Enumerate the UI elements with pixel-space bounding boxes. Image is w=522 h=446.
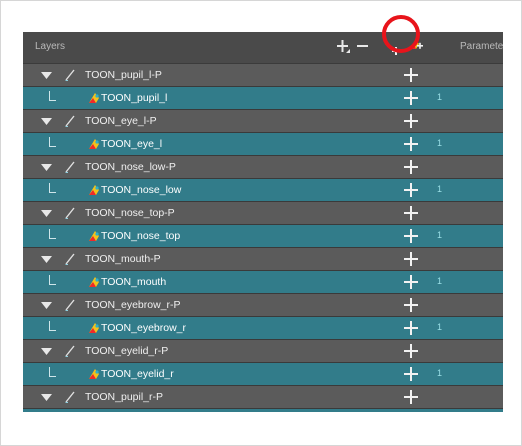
peg-layer-row[interactable]: TOON_nose_low-P (23, 156, 503, 179)
hierarchy-bracket-icon (49, 137, 56, 147)
add-keyframe-plus-icon[interactable] (404, 229, 418, 246)
drawing-layer-icon (88, 368, 101, 383)
expand-triangle-icon[interactable] (41, 209, 52, 221)
drawing-layer-row[interactable]: TOON_eyebrow_r 1 (23, 317, 503, 340)
drawing-layer-icon (88, 230, 101, 245)
add-keyframe-plus-icon[interactable] (404, 183, 418, 200)
peg-icon (65, 161, 75, 176)
expand-triangle-icon[interactable] (41, 301, 52, 313)
drawing-layer-row[interactable]: TOON_mouth 1 (23, 271, 503, 294)
add-keyframe-plus-icon[interactable] (404, 137, 418, 154)
layer-name: TOON_nose_top-P (85, 207, 175, 219)
layers-title: Layers (35, 41, 66, 52)
layer-name: TOON_mouth-P (85, 253, 161, 265)
expand-triangle-icon[interactable] (41, 393, 52, 405)
drawing-layer-row[interactable]: TOON_nose_low 1 (23, 179, 503, 202)
add-keyframe-plus-icon[interactable] (404, 367, 418, 384)
screenshot-frame: Layers Paramete TOON_pupil_l-P TOON_pupi… (0, 0, 522, 446)
layer-name: TOON_eye_l-P (85, 115, 157, 127)
peg-icon (65, 115, 75, 130)
add-keyframe-plus-icon[interactable] (404, 252, 418, 269)
layer-name: TOON_eyebrow_r-P (85, 299, 181, 311)
parameter-value: 1 (437, 276, 443, 286)
peg-layer-row[interactable]: TOON_eye_l-P (23, 110, 503, 133)
peg-layer-row[interactable]: TOON_nose_top-P (23, 202, 503, 225)
parameter-value: 1 (437, 230, 443, 240)
drawing-layer-icon (88, 184, 101, 199)
hierarchy-bracket-icon (49, 367, 56, 377)
add-keyframe-plus-icon[interactable] (404, 91, 418, 108)
layer-name: TOON_eyelid_r-P (85, 345, 169, 357)
drawing-layer-icon (88, 276, 101, 291)
layer-name: TOON_pupil_l-P (85, 69, 162, 81)
expand-triangle-icon[interactable] (41, 163, 52, 175)
layer-name: TOON_nose_low-P (85, 161, 176, 173)
peg-layer-row[interactable]: TOON_eyebrow_r-P (23, 294, 503, 317)
layer-name: TOON_nose_top (101, 230, 181, 242)
parameter-value: 1 (437, 322, 443, 332)
parameter-value: 1 (437, 92, 443, 102)
expand-triangle-icon[interactable] (41, 117, 52, 129)
hierarchy-bracket-icon (49, 183, 56, 193)
peg-icon (65, 253, 75, 268)
parameter-value: 1 (437, 138, 443, 148)
peg-layer-row[interactable]: TOON_mouth-P (23, 248, 503, 271)
drawing-layer-row[interactable]: TOON_eyelid_r 1 (23, 363, 503, 386)
drawing-layer-icon (88, 92, 101, 107)
drawing-layer-row[interactable]: TOON_nose_top 1 (23, 225, 503, 248)
highlight-circle (382, 15, 420, 53)
add-keyframe-plus-icon[interactable] (404, 275, 418, 292)
layer-name: TOON_eyelid_r (101, 368, 174, 380)
add-layer-icon[interactable] (337, 39, 351, 60)
drawing-layer-row[interactable]: TOON_eye_l 1 (23, 133, 503, 156)
parameter-value: 1 (437, 368, 443, 378)
add-keyframe-plus-icon[interactable] (404, 114, 418, 131)
peg-icon (65, 391, 75, 406)
expand-triangle-icon[interactable] (41, 71, 52, 83)
peg-icon (65, 299, 75, 314)
layers-panel: Layers Paramete TOON_pupil_l-P TOON_pupi… (23, 32, 503, 412)
drawing-layer-icon (88, 138, 101, 153)
layer-name: TOON_mouth (101, 276, 167, 288)
add-keyframe-plus-icon[interactable] (404, 206, 418, 223)
hierarchy-bracket-icon (49, 275, 56, 285)
add-keyframe-plus-icon[interactable] (404, 68, 418, 85)
drawing-layer-icon (88, 322, 101, 337)
peg-layer-row[interactable]: TOON_pupil_r-P (23, 386, 503, 409)
add-keyframe-plus-icon[interactable] (404, 344, 418, 361)
peg-icon (65, 69, 75, 84)
drawing-layer-row[interactable]: TOON_pupil_r1 (23, 409, 503, 412)
layer-name: TOON_nose_low (101, 184, 182, 196)
add-keyframe-plus-icon[interactable] (404, 390, 418, 407)
parameters-column-header: Parameters (460, 41, 503, 52)
layer-name: TOON_pupil_l (101, 92, 168, 104)
parameter-value: 1 (437, 184, 443, 194)
layers-header: Layers Paramete (23, 32, 503, 64)
add-keyframe-plus-icon[interactable] (404, 160, 418, 177)
expand-triangle-icon[interactable] (41, 347, 52, 359)
peg-layer-row[interactable]: TOON_pupil_l-P (23, 64, 503, 87)
remove-layer-icon[interactable] (357, 39, 369, 60)
layer-list: TOON_pupil_l-P TOON_pupil_l 1 TOON_eye_l-P T… (23, 64, 503, 412)
expand-triangle-icon[interactable] (41, 255, 52, 267)
layer-name: TOON_eye_l (101, 138, 163, 150)
drawing-layer-row[interactable]: TOON_pupil_l 1 (23, 87, 503, 110)
peg-icon (65, 345, 75, 360)
add-keyframe-plus-icon[interactable] (404, 298, 418, 315)
hierarchy-bracket-icon (49, 321, 56, 331)
hierarchy-bracket-icon (49, 91, 56, 101)
layer-name: TOON_pupil_r-P (85, 391, 164, 403)
peg-icon (65, 207, 75, 222)
hierarchy-bracket-icon (49, 229, 56, 239)
layer-name: TOON_eyebrow_r (101, 322, 187, 334)
add-keyframe-plus-icon[interactable] (404, 321, 418, 338)
peg-layer-row[interactable]: TOON_eyelid_r-P (23, 340, 503, 363)
